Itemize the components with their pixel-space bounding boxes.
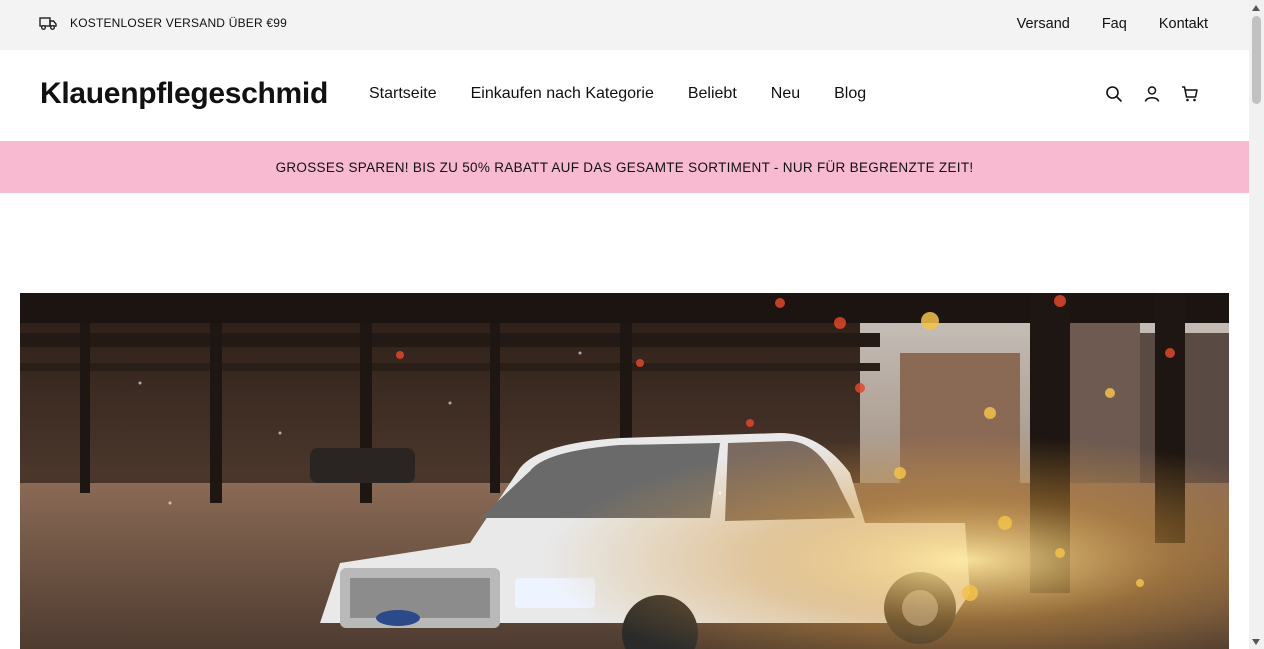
nav-einkaufen-nach-kategorie[interactable]: Einkaufen nach Kategorie [471,85,654,103]
link-kontakt[interactable]: Kontakt [1159,16,1208,32]
page: KOSTENLOSER VERSAND ÜBER €99 Versand Faq… [0,0,1249,649]
page-scrollbar[interactable] [1249,0,1264,649]
site-header: Klauenpflegeschmid Startseite Einkaufen … [0,50,1249,141]
shipping-text: KOSTENLOSER VERSAND ÜBER €99 [70,16,288,30]
search-icon[interactable] [1104,84,1124,104]
scroll-thumb[interactable] [1252,16,1261,104]
announcement-bar: KOSTENLOSER VERSAND ÜBER €99 Versand Faq… [0,0,1249,50]
nav-blog[interactable]: Blog [834,85,866,103]
account-icon[interactable] [1142,84,1162,104]
utility-links: Versand Faq Kontakt [1017,16,1208,32]
cart-icon[interactable] [1180,84,1200,104]
promo-text: GROSSES SPAREN! BIS ZU 50% RABATT AUF DA… [275,159,974,175]
site-logo[interactable]: Klauenpflegeschmid [40,77,328,111]
hero-illustration [20,293,1229,649]
header-icons [1104,84,1218,104]
promo-banner: GROSSES SPAREN! BIS ZU 50% RABATT AUF DA… [0,141,1249,193]
shipping-notice: KOSTENLOSER VERSAND ÜBER €99 [39,15,287,31]
link-faq[interactable]: Faq [1102,16,1127,32]
nav-startseite[interactable]: Startseite [369,85,437,103]
nav-neu[interactable]: Neu [771,85,800,103]
scroll-up-arrow-icon[interactable] [1252,5,1260,11]
scroll-down-arrow-icon[interactable] [1252,639,1260,645]
truck-icon [39,15,57,31]
nav-beliebt[interactable]: Beliebt [688,85,737,103]
link-versand[interactable]: Versand [1017,16,1070,32]
main-nav: Startseite Einkaufen nach Kategorie Beli… [369,85,900,103]
hero-image[interactable] [20,293,1229,649]
